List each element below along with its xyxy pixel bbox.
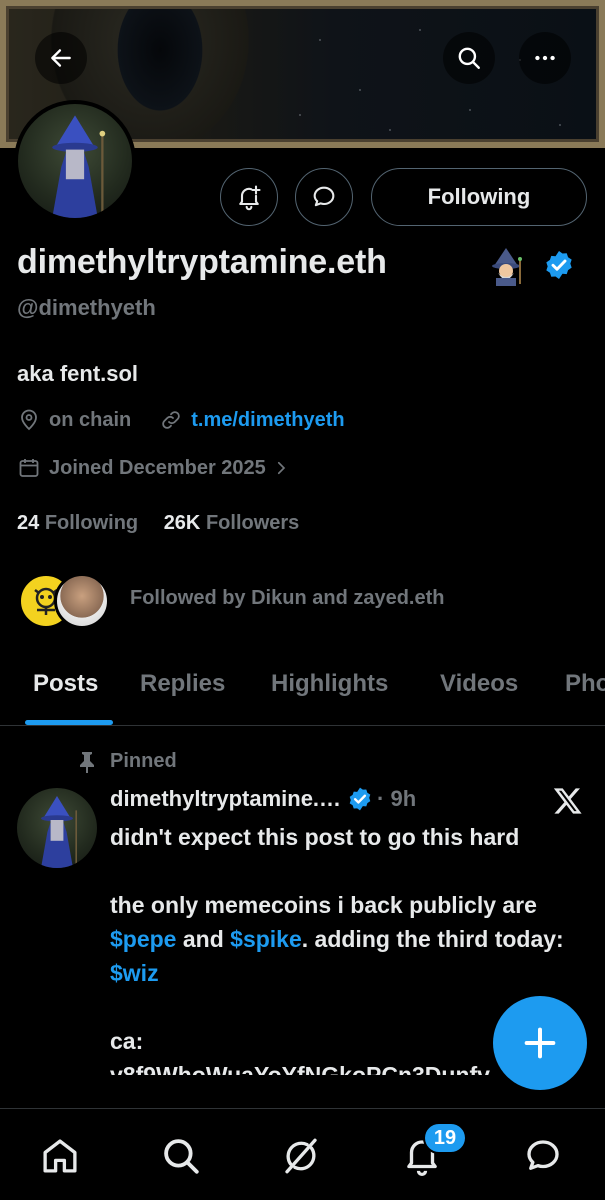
grok-icon	[285, 1138, 317, 1174]
message-button[interactable]	[295, 168, 353, 226]
following-count-link[interactable]: 24 Following	[17, 512, 138, 534]
nav-home[interactable]	[35, 1131, 85, 1181]
cashtag-pepe[interactable]: $pepe	[110, 926, 176, 952]
bottom-navigation	[0, 1108, 605, 1200]
link-icon	[162, 411, 180, 429]
pinned-indicator: Pinned	[78, 750, 177, 773]
bell-plus-icon	[239, 185, 261, 211]
tab-videos[interactable]: Videos	[440, 670, 518, 698]
more-options-button[interactable]	[519, 32, 571, 84]
location-link-row: on chain t.me/dimethyeth	[17, 408, 345, 432]
followed-by-row[interactable]: Followed by Dikun and zayed.eth	[18, 573, 578, 629]
followers-count-link[interactable]: 26K Followers	[164, 512, 300, 534]
tab-replies[interactable]: Replies	[140, 670, 225, 698]
verified-badge-icon[interactable]	[543, 249, 575, 281]
profile-avatar[interactable]	[14, 100, 136, 222]
user-handle: @dimethyeth	[17, 295, 156, 320]
followers-label: Followers	[205, 512, 300, 534]
display-name: dimethyltryptamine.eth	[17, 243, 387, 281]
joined-text: Joined December 2025	[49, 456, 266, 479]
more-horizontal-icon	[535, 55, 555, 61]
follow-counts: 24 Following 26K Followers	[17, 512, 299, 535]
following-label: Following	[44, 512, 139, 534]
location-pin-icon	[21, 409, 37, 431]
follower-avatar-zayed	[54, 573, 110, 629]
x-logo-icon[interactable]	[552, 785, 584, 817]
plus-icon	[524, 1027, 556, 1059]
notifications-badge: 19	[423, 1122, 467, 1154]
chevron-right-icon	[277, 461, 285, 475]
tab-posts[interactable]: Posts	[33, 670, 98, 698]
pin-icon	[80, 751, 94, 773]
home-icon	[43, 1139, 77, 1173]
post-text-fragment: the only memecoins i back publicly are	[110, 892, 537, 918]
arrow-left-icon	[51, 49, 71, 67]
post-text-fragment: . adding the third today:	[301, 926, 564, 952]
compose-button[interactable]	[493, 996, 587, 1090]
post-text-fragment: and	[176, 926, 231, 952]
profile-bio: aka fent.sol	[17, 361, 139, 386]
joined-row[interactable]: Joined December 2025	[17, 456, 290, 480]
pinned-label: Pinned	[110, 750, 177, 772]
active-tab-indicator	[25, 720, 113, 725]
followers-count: 26K	[163, 512, 201, 534]
nav-grok[interactable]	[276, 1131, 326, 1181]
cashtag-wiz[interactable]: $wiz	[110, 960, 159, 986]
post-timestamp[interactable]: · 9h	[377, 786, 416, 812]
message-bubble-icon	[313, 186, 335, 207]
message-icon	[527, 1140, 559, 1170]
nav-messages[interactable]	[518, 1131, 568, 1181]
wizard-emoji-icon	[492, 248, 522, 286]
nav-search[interactable]	[156, 1131, 206, 1181]
post-header: dimethyltryptamine.… · 9h	[110, 786, 416, 812]
following-count: 24	[17, 512, 40, 534]
followed-by-text: Followed by Dikun and zayed.eth	[130, 587, 445, 609]
tab-highlights[interactable]: Highlights	[271, 670, 388, 698]
wizard-avatar-image	[41, 796, 77, 868]
verified-badge-icon	[349, 787, 371, 811]
post-paragraph-1: didn't expect this post to go this hard	[110, 824, 520, 850]
search-button[interactable]	[443, 32, 495, 84]
following-button[interactable]: Following	[371, 168, 587, 226]
location-text: on chain	[49, 408, 132, 431]
tab-photos[interactable]: Pho	[565, 670, 605, 698]
back-button[interactable]	[35, 32, 87, 84]
post-paragraph-2: the only memecoins i back publicly are $…	[110, 888, 585, 990]
wizard-avatar-image	[52, 115, 106, 218]
search-icon	[164, 1139, 199, 1174]
search-icon	[458, 47, 480, 69]
profile-link[interactable]: t.me/dimethyeth	[191, 409, 344, 432]
notify-button[interactable]	[220, 168, 278, 226]
profile-tabs: Posts Replies Highlights Videos Pho	[0, 652, 605, 726]
calendar-icon	[19, 459, 39, 477]
post-author-avatar[interactable]	[17, 788, 97, 868]
cashtag-spike[interactable]: $spike	[230, 926, 302, 952]
post-author-name[interactable]: dimethyltryptamine.…	[110, 786, 341, 812]
